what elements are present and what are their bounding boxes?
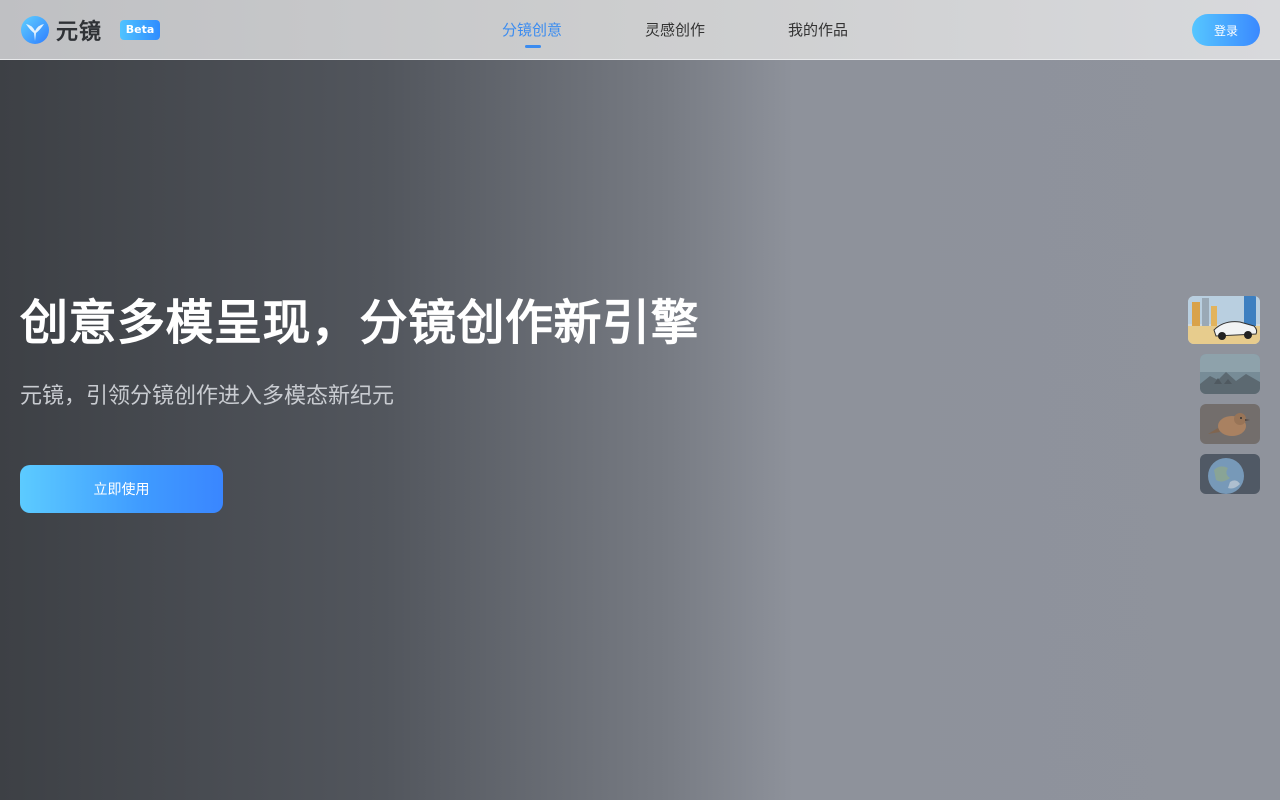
hero-title: 创意多模呈现，分镜创作新引擎: [20, 295, 700, 351]
bird-image: [1200, 404, 1260, 444]
earth-image: [1200, 454, 1260, 494]
nav-tab-storyboard-idea[interactable]: 分镜创意: [502, 19, 562, 41]
car-city-thumbnail[interactable]: [1188, 296, 1260, 344]
bird-thumbnail[interactable]: [1200, 404, 1260, 444]
brand-name: 元镜: [56, 20, 103, 45]
use-now-button[interactable]: 立即使用: [20, 465, 223, 513]
hero-subtitle: 元镜，引领分镜创作进入多模态新纪元: [20, 384, 395, 409]
active-tab-indicator: [525, 45, 541, 48]
nav-tab-inspiration-create[interactable]: 灵感创作: [645, 19, 705, 41]
nav-tab-my-works[interactable]: 我的作品: [788, 19, 848, 41]
logo-icon: [21, 16, 49, 44]
car-city-image: [1188, 296, 1260, 344]
earth-thumbnail[interactable]: [1200, 454, 1260, 494]
mountain-landscape-image: [1200, 354, 1260, 394]
logo[interactable]: 元镜: [20, 14, 102, 46]
beta-badge: Beta: [120, 20, 160, 40]
login-button[interactable]: 登录: [1192, 14, 1260, 46]
top-header: 元镜 Beta 分镜创意 灵感创作 我的作品 登录: [0, 0, 1280, 60]
mountain-landscape-thumbnail[interactable]: [1200, 354, 1260, 394]
